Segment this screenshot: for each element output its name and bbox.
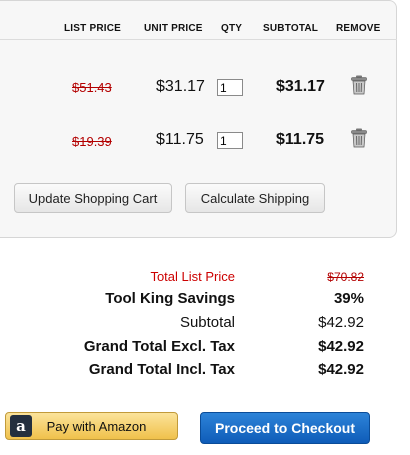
row-2-subtotal: $11.75: [276, 131, 325, 148]
amazon-logo-icon: a: [10, 415, 32, 437]
header-remove: REMOVE: [336, 23, 381, 34]
grand-total-incl-label: Grand Total Incl. Tax: [88, 361, 235, 378]
total-list-price-value: $70.82: [327, 270, 364, 284]
grand-total-excl-label: Grand Total Excl. Tax: [83, 338, 235, 355]
calculate-shipping-button[interactable]: Calculate Shipping: [185, 183, 325, 213]
savings-value: 39%: [333, 290, 364, 307]
pay-with-amazon-button[interactable]: a Pay with Amazon: [5, 412, 178, 440]
savings-label: Tool King Savings: [105, 290, 235, 307]
subtotal-label: Subtotal: [179, 314, 235, 331]
proceed-to-checkout-button[interactable]: Proceed to Checkout: [200, 412, 370, 444]
pay-with-amazon-label: Pay with Amazon: [46, 418, 147, 434]
total-list-price-label: Total List Price: [150, 269, 235, 284]
header-unit-price: UNIT PRICE: [144, 23, 203, 34]
row-2-unit-price: $11.75: [156, 131, 204, 148]
row-1-list-price: $51.43: [72, 80, 112, 95]
grand-total-excl-value: $42.92: [318, 338, 364, 355]
row-1-unit-price: $31.17: [156, 78, 205, 95]
header-list-price: LIST PRICE: [64, 23, 122, 34]
row-2-qty-input[interactable]: [217, 132, 243, 149]
header-divider: [0, 39, 397, 40]
row-1-qty-input[interactable]: [217, 79, 243, 96]
grand-total-incl-value: $42.92: [318, 361, 364, 378]
update-cart-button[interactable]: Update Shopping Cart: [14, 183, 172, 213]
trash-icon[interactable]: [350, 75, 368, 95]
subtotal-value: $42.92: [318, 314, 364, 331]
header-subtotal: SUBTOTAL: [263, 23, 319, 34]
row-2-list-price: $19.39: [72, 134, 112, 149]
header-qty: QTY: [221, 23, 243, 34]
trash-icon[interactable]: [350, 128, 368, 148]
row-1-subtotal: $31.17: [276, 78, 325, 95]
